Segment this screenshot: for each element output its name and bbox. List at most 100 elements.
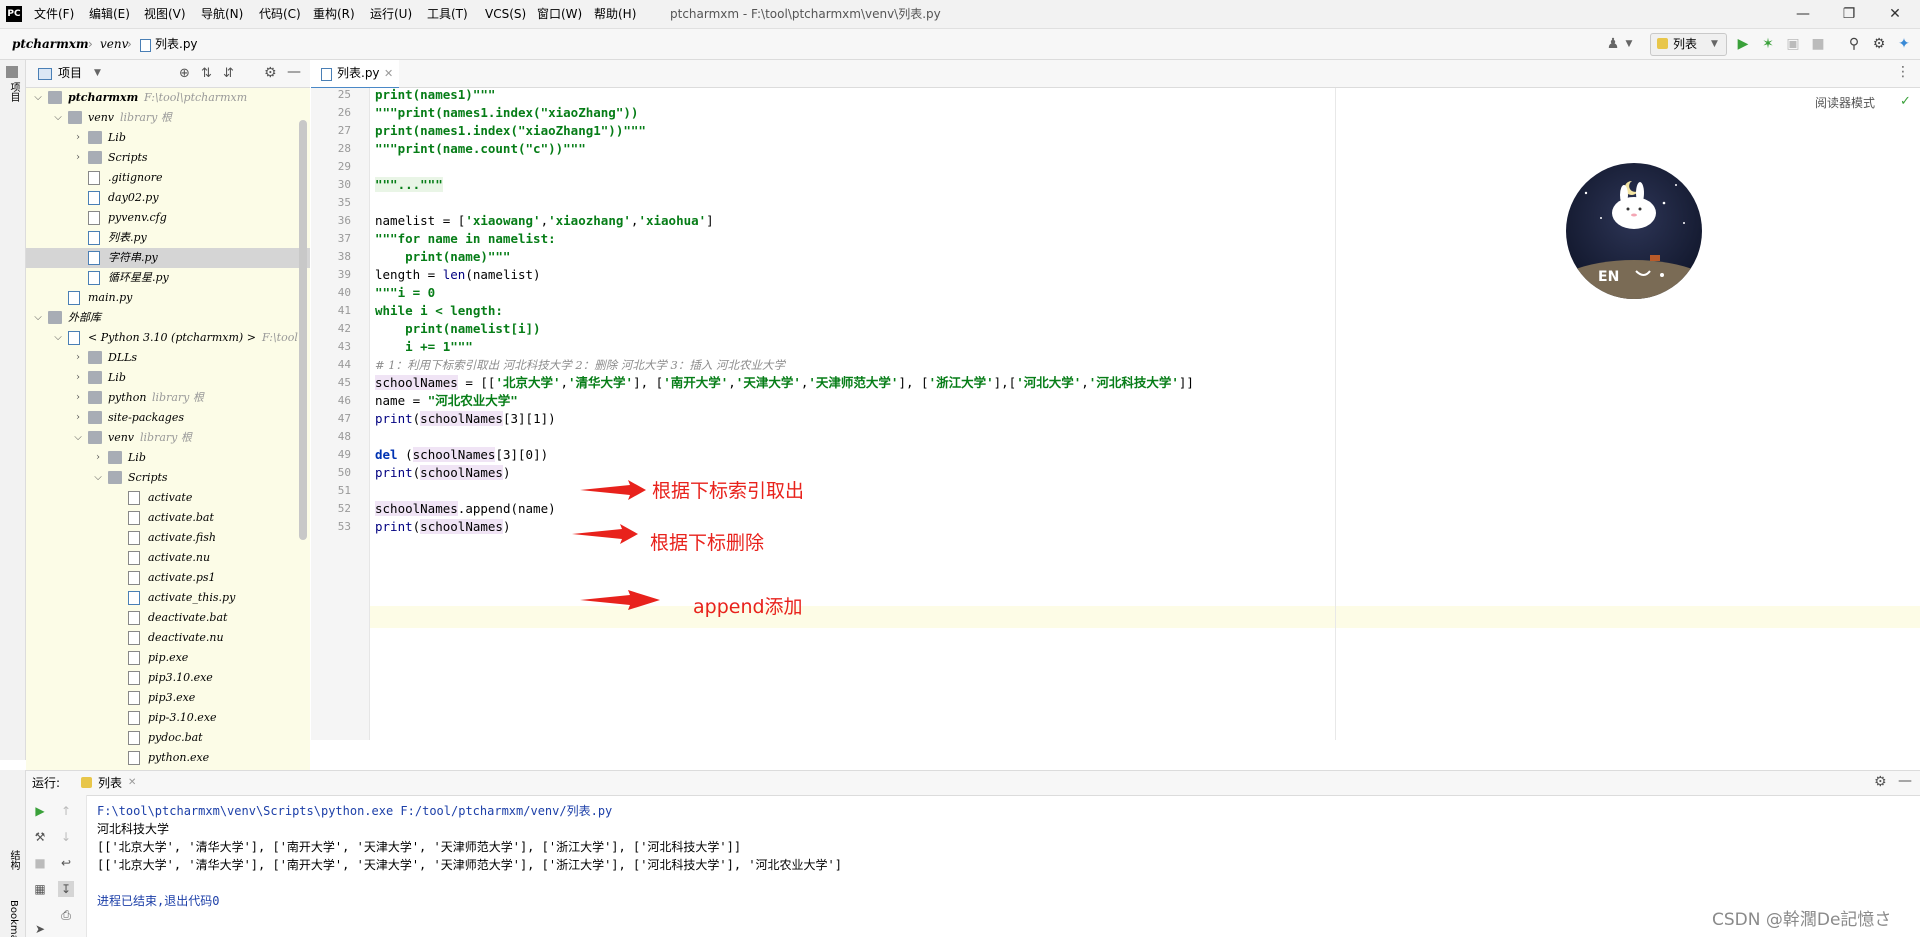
chevron-right-icon[interactable]: › bbox=[72, 408, 84, 428]
chevron-right-icon[interactable]: › bbox=[72, 148, 84, 168]
code-line[interactable]: print(schoolNames) bbox=[375, 518, 511, 536]
project-view-selector[interactable]: 项目 bbox=[58, 60, 82, 87]
breadcrumb-venv[interactable]: venv bbox=[100, 29, 128, 59]
code-line[interactable]: # 1：利用下标索引取出 河北科技大学 2：删除 河北大学 3：插入 河北农业大… bbox=[375, 356, 785, 374]
soft-wrap-icon[interactable]: ↩ bbox=[58, 855, 74, 871]
print-icon[interactable]: ⎙ bbox=[58, 907, 74, 923]
tree-item[interactable]: ⌵ < Python 3.10 (ptcharmxm) > F:\tool bbox=[26, 328, 310, 348]
restore-icon[interactable]: ❐ bbox=[1826, 0, 1872, 28]
chevron-right-icon[interactable]: › bbox=[92, 448, 104, 468]
menu-code[interactable]: 代码(C) bbox=[259, 0, 301, 28]
code-line[interactable]: while i < length: bbox=[375, 302, 503, 320]
code-line[interactable]: """i = 0 bbox=[375, 284, 435, 302]
tree-item[interactable]: ⌵ venv library 根 bbox=[26, 428, 310, 448]
run-icon[interactable]: ▶ bbox=[1735, 36, 1751, 52]
project-tool-label[interactable]: 项目 bbox=[5, 82, 19, 102]
tree-item[interactable]: activate.fish bbox=[26, 528, 310, 548]
gear-icon[interactable]: ⚙ bbox=[1874, 774, 1887, 790]
code-line[interactable]: del (schoolNames[3][0]) bbox=[375, 446, 548, 464]
chevron-down-icon[interactable]: ⌵ bbox=[32, 308, 44, 328]
close-icon[interactable]: ✕ bbox=[1872, 0, 1918, 28]
chevron-down-icon[interactable]: ▼ bbox=[1621, 36, 1637, 52]
rerun-icon[interactable]: ▶ bbox=[32, 803, 48, 819]
code-line[interactable]: length = len(namelist) bbox=[375, 266, 541, 284]
code-line[interactable]: """print(names1.index("xiaoZhang")) bbox=[375, 104, 638, 122]
close-tab-icon[interactable]: ✕ bbox=[128, 771, 136, 795]
menu-vcs[interactable]: VCS(S) bbox=[485, 0, 526, 28]
collapse-all-icon[interactable]: ⇵ bbox=[223, 66, 234, 81]
wrench-icon[interactable]: ⚒ bbox=[32, 829, 48, 845]
tree-item[interactable]: ⌵ venv library 根 bbox=[26, 108, 310, 128]
project-scrollbar[interactable] bbox=[299, 120, 307, 540]
menu-navigate[interactable]: 导航(N) bbox=[201, 0, 243, 28]
tree-item[interactable]: › Lib bbox=[26, 368, 310, 388]
tree-item[interactable]: › DLLs bbox=[26, 348, 310, 368]
breadcrumb-project[interactable]: ptcharmxm bbox=[12, 29, 89, 59]
hide-icon[interactable]: — bbox=[1898, 773, 1912, 789]
tree-item[interactable]: pip3.exe bbox=[26, 688, 310, 708]
code-line[interactable]: i += 1""" bbox=[375, 338, 473, 356]
tree-item[interactable]: ⌵ 外部库 bbox=[26, 308, 310, 328]
tree-item[interactable]: deactivate.nu bbox=[26, 628, 310, 648]
tree-item[interactable]: ⌵ ptcharmxm F:\tool\ptcharmxm bbox=[26, 88, 310, 108]
up-icon[interactable]: ↑ bbox=[58, 803, 74, 819]
code-line[interactable]: print(namelist[i]) bbox=[375, 320, 540, 338]
structure-tool-label[interactable]: 结构 bbox=[5, 850, 19, 870]
tree-item[interactable]: activate.nu bbox=[26, 548, 310, 568]
chevron-right-icon[interactable]: › bbox=[72, 128, 84, 148]
run-tab[interactable]: 列表 bbox=[98, 771, 122, 795]
stop-icon[interactable]: ■ bbox=[32, 855, 48, 871]
tree-item[interactable]: activate_this.py bbox=[26, 588, 310, 608]
code-line[interactable]: """...""" bbox=[375, 176, 443, 194]
hide-icon[interactable]: — bbox=[287, 64, 301, 80]
gear-icon[interactable]: ⚙ bbox=[1871, 36, 1887, 52]
user-icon[interactable]: ♟ bbox=[1605, 36, 1621, 52]
menu-window[interactable]: 窗口(W) bbox=[537, 0, 582, 28]
down-icon[interactable]: ↓ bbox=[58, 829, 74, 845]
code-line[interactable]: print(name)""" bbox=[375, 248, 510, 266]
tree-item[interactable]: ⌵ Scripts bbox=[26, 468, 310, 488]
tree-item[interactable]: activate.ps1 bbox=[26, 568, 310, 588]
tree-item[interactable]: › Lib bbox=[26, 128, 310, 148]
chevron-down-icon[interactable]: ▼ bbox=[94, 60, 101, 87]
chevron-down-icon[interactable]: ⌵ bbox=[32, 88, 44, 108]
menu-refactor[interactable]: 重构(R) bbox=[313, 0, 355, 28]
code-line[interactable]: namelist = ['xiaowang','xiaozhang','xiao… bbox=[375, 212, 714, 230]
breadcrumb-file[interactable]: 列表.py bbox=[155, 29, 198, 59]
code-line[interactable]: print(schoolNames[3][1]) bbox=[375, 410, 556, 428]
tree-item[interactable]: › python library 根 bbox=[26, 388, 310, 408]
chevron-down-icon[interactable]: ⌵ bbox=[72, 428, 84, 448]
reader-mode-button[interactable]: 阅读器模式 bbox=[1815, 94, 1875, 111]
tree-item[interactable]: pip.exe bbox=[26, 648, 310, 668]
chevron-down-icon[interactable]: ⌵ bbox=[52, 108, 64, 128]
menu-edit[interactable]: 编辑(E) bbox=[89, 0, 130, 28]
search-icon[interactable]: ⚲ bbox=[1846, 36, 1862, 52]
tree-item[interactable]: 列表.py bbox=[26, 228, 310, 248]
tree-item[interactable]: › Scripts bbox=[26, 148, 310, 168]
locate-icon[interactable]: ⊕ bbox=[179, 66, 190, 81]
debug-icon[interactable]: ✶ bbox=[1760, 36, 1776, 52]
coverage-icon[interactable]: ▣ bbox=[1785, 36, 1801, 52]
code-line[interactable]: schoolNames.append(name) bbox=[375, 500, 556, 518]
tree-item[interactable]: activate.bat bbox=[26, 508, 310, 528]
code-line[interactable]: print(schoolNames) bbox=[375, 464, 511, 482]
gear-icon[interactable]: ⚙ bbox=[264, 65, 277, 81]
run-config-select[interactable]: 列表 ▼ bbox=[1650, 33, 1727, 56]
tree-item[interactable]: main.py bbox=[26, 288, 310, 308]
layout-icon[interactable]: ▦ bbox=[32, 881, 48, 897]
chevron-right-icon[interactable]: › bbox=[72, 388, 84, 408]
jetbrains-icon[interactable]: ✦ bbox=[1896, 36, 1912, 52]
tree-item[interactable]: › site-packages bbox=[26, 408, 310, 428]
stop-icon[interactable]: ■ bbox=[1810, 36, 1826, 52]
expand-all-icon[interactable]: ⇅ bbox=[201, 66, 212, 81]
tree-item[interactable]: › Lib bbox=[26, 448, 310, 468]
more-icon[interactable]: ⋮ bbox=[1896, 64, 1910, 80]
tab-list-py[interactable]: 列表.py ✕ bbox=[311, 60, 399, 89]
menu-view[interactable]: 视图(V) bbox=[144, 0, 186, 28]
code-editor[interactable] bbox=[370, 88, 1920, 740]
tree-item[interactable]: pydoc.bat bbox=[26, 728, 310, 748]
menu-run[interactable]: 运行(U) bbox=[370, 0, 412, 28]
tree-item[interactable]: pyvenv.cfg bbox=[26, 208, 310, 228]
tree-item[interactable]: deactivate.bat bbox=[26, 608, 310, 628]
code-line[interactable]: name = "河北农业大学" bbox=[375, 392, 518, 410]
